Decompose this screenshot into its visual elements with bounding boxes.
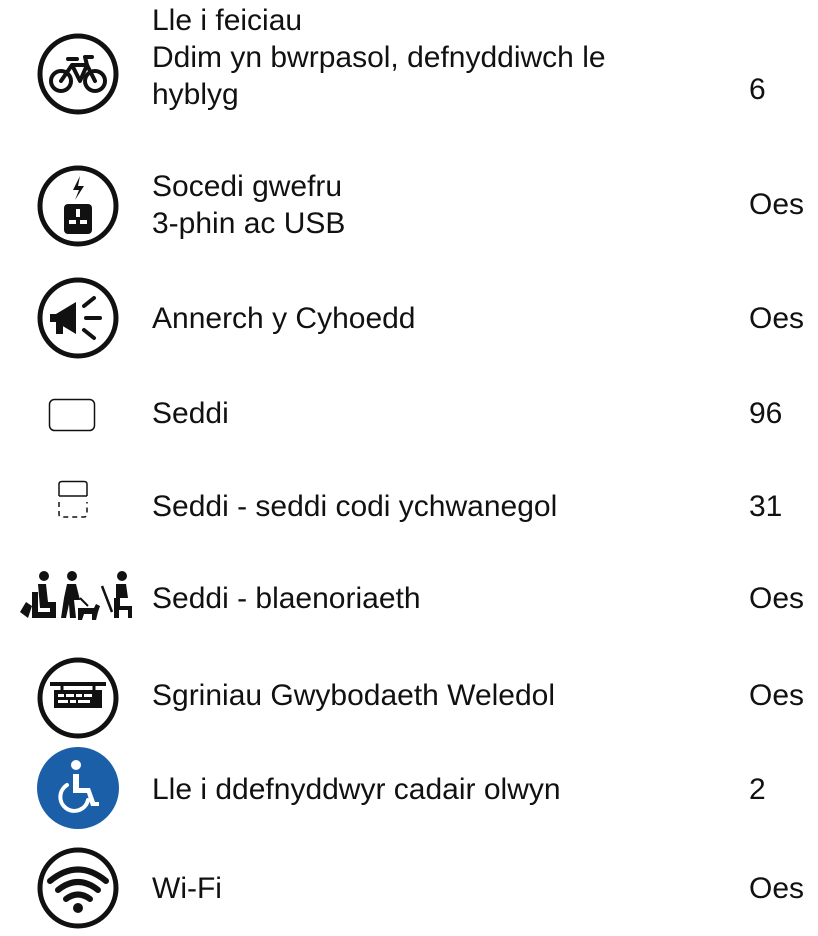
facility-label: Socedi gwefru 3-phin ac USB bbox=[152, 170, 346, 240]
tip-up-seat-icon bbox=[56, 480, 90, 520]
seat-icon bbox=[48, 398, 96, 432]
facility-label: Wi-Fi bbox=[152, 872, 222, 905]
facility-label: Sgriniau Gwybodaeth Weledol bbox=[152, 679, 556, 712]
facility-value: Oes bbox=[749, 582, 805, 615]
priority-seat-icon bbox=[16, 568, 134, 624]
wifi-icon bbox=[36, 846, 120, 930]
facility-label: Seddi bbox=[152, 397, 229, 430]
facility-value: 96 bbox=[749, 397, 783, 430]
facility-value: Oes bbox=[749, 188, 805, 221]
bicycle-icon bbox=[36, 32, 120, 116]
megaphone-icon bbox=[36, 276, 120, 360]
facility-value: Oes bbox=[749, 302, 805, 335]
facility-label: Annerch y Cyhoedd bbox=[152, 302, 416, 335]
info-screen-icon bbox=[36, 656, 120, 740]
facility-value: 31 bbox=[749, 490, 783, 523]
facility-value: Oes bbox=[749, 679, 805, 712]
charging-socket-icon bbox=[36, 164, 120, 248]
facility-label: Lle i ddefnyddwyr cadair olwyn bbox=[152, 773, 561, 806]
facility-value: 6 bbox=[749, 73, 766, 106]
facility-label: Seddi - seddi codi ychwanegol bbox=[152, 490, 558, 523]
wheelchair-icon bbox=[36, 746, 120, 830]
facility-label: Seddi - blaenoriaeth bbox=[152, 582, 421, 615]
facility-label: Lle i feiciau Ddim yn bwrpasol, defnyddi… bbox=[152, 4, 606, 111]
facility-value: Oes bbox=[749, 872, 805, 905]
facility-value: 2 bbox=[749, 773, 766, 806]
